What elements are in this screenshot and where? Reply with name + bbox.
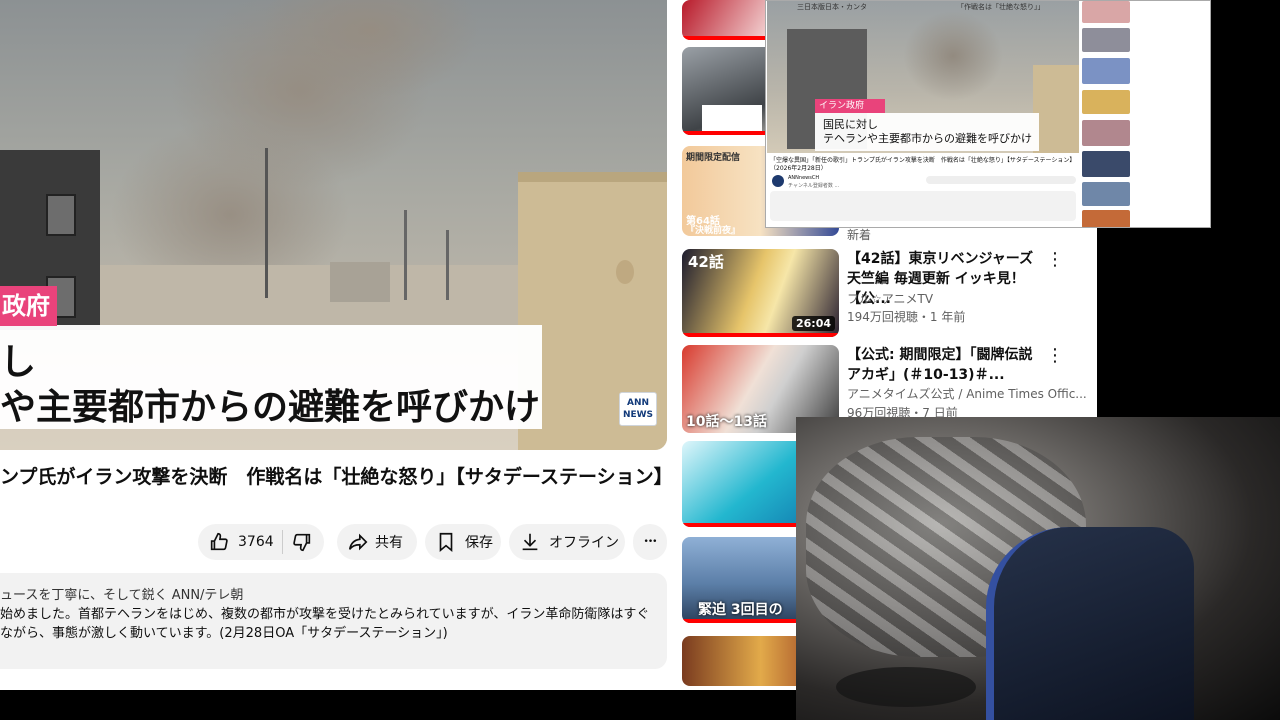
thumb-headline: 緊迫 3回目の — [698, 602, 783, 618]
mini-video-title: 「空爆な異国」「新任の歌引」トランプ氏がイラン攻撃を決断 作戦名は「壮絶な怒り」… — [770, 157, 1076, 172]
mini-top-left: 三日本版日本・カンタ — [797, 3, 867, 11]
share-label: 共有 — [375, 535, 403, 551]
thumbs-down-icon — [292, 533, 310, 552]
mini-thumb[interactable] — [1082, 90, 1130, 114]
mini-thumb[interactable] — [1082, 1, 1130, 23]
share-icon — [348, 533, 368, 551]
ann-news-logo: ANN NEWS — [619, 392, 657, 426]
like-dislike-group: 3764 — [198, 524, 324, 560]
divider — [281, 530, 283, 554]
mini-thumb[interactable] — [1082, 210, 1130, 227]
more-options-icon[interactable]: ⋮ — [1046, 251, 1064, 269]
mini-thumb[interactable] — [1082, 28, 1130, 52]
mini-thumb[interactable] — [1082, 58, 1130, 84]
channel-name[interactable]: フル☆アニメTV — [847, 290, 933, 307]
thumb-label-top: 期間限定配信 — [686, 153, 741, 163]
like-count: 3764 — [238, 534, 274, 550]
mini-subs: チャンネル登録者数 ... — [788, 183, 840, 189]
webcam-overlay — [796, 417, 1280, 720]
description-box[interactable]: ュースを丁寧に、そして鋭く ANN/テレ朝 始めました。首都テヘランをはじめ、複… — [0, 573, 667, 669]
description-line-3: ながら、事態が激しく動いています。(2月28日OA「サタデーステーション」) — [0, 626, 448, 641]
thumb-episode: 42話 — [688, 253, 724, 271]
share-button[interactable]: 共有 — [337, 524, 417, 560]
mini-player[interactable]: 三日本版日本・カンタ 「作戦名は「壮絶な怒り」」 イラン政府 国民に対し テヘラ… — [767, 1, 1079, 153]
mini-top-right: 「作戦名は「壮絶な怒り」」 — [957, 3, 1045, 11]
mini-caption-tag: イラン政府 — [815, 99, 885, 113]
caption-line-2: や主要都市からの避難を呼びかけ — [0, 387, 541, 428]
recommended-title[interactable]: 【公式: 期間限定】「闘牌伝説アカギ」(＃10-13)＃... — [847, 345, 1037, 385]
save-label: 保存 — [465, 535, 493, 551]
mini-thumb[interactable] — [1082, 182, 1130, 206]
bookmark-icon — [439, 532, 453, 553]
mini-caption-2: テヘランや主要都市からの避難を呼びかけ — [823, 132, 1032, 145]
video-player[interactable]: 政府 し や主要都市からの避難を呼びかけ ANN NEWS — [0, 0, 667, 450]
caption-tag: 政府 — [0, 286, 57, 326]
download-icon — [522, 533, 538, 551]
mini-description[interactable] — [770, 191, 1076, 221]
new-label: 新着 — [847, 228, 872, 242]
description-line-1: ュースを丁寧に、そして鋭く ANN/テレ朝 — [0, 588, 244, 603]
offline-download-button[interactable]: オフライン — [509, 524, 625, 560]
mini-sidebar — [1082, 1, 1208, 227]
thumb-subtitle: 『決戦前夜』 — [686, 226, 741, 236]
chair — [986, 527, 1194, 720]
antenna-tower — [404, 210, 407, 300]
save-button[interactable]: 保存 — [425, 524, 501, 560]
thumbs-up-icon — [210, 532, 228, 551]
more-icon: ••• — [643, 537, 658, 547]
mini-action-bar[interactable] — [926, 176, 1076, 184]
logo-line-1: ANN — [626, 398, 650, 408]
like-button[interactable]: 3764 — [208, 531, 274, 553]
sidebar-thumbnail[interactable]: 42話 26:04 — [682, 249, 839, 337]
thumb-episode: 10話〜13話 — [686, 414, 767, 430]
video-title: ンプ氏がイラン攻撃を決断 作戦名は「壮絶な怒り」【サタデーステーション】 — [0, 466, 673, 488]
video-stats: 194万回視聴・1 年前 — [847, 310, 966, 324]
more-options-icon[interactable]: ⋮ — [1046, 347, 1064, 365]
shadow — [836, 667, 976, 707]
city-skyline — [330, 262, 390, 302]
dislike-button[interactable] — [291, 531, 313, 553]
antenna-tower — [265, 148, 268, 298]
mini-avatar[interactable] — [772, 175, 784, 187]
mini-preview-window[interactable]: 三日本版日本・カンタ 「作戦名は「壮絶な怒り」」 イラン政府 国民に対し テヘラ… — [765, 0, 1211, 228]
description-line-2: 始めました。首都テヘランをはじめ、複数の都市が攻撃を受けたとみられていますが、イ… — [0, 607, 650, 622]
offline-label: オフライン — [549, 535, 619, 551]
logo-line-2: NEWS — [622, 410, 654, 420]
antenna-tower — [446, 230, 449, 300]
duration-badge: 26:04 — [791, 316, 835, 331]
mini-thumb[interactable] — [1082, 151, 1130, 177]
mini-thumb[interactable] — [1082, 120, 1130, 146]
channel-name[interactable]: アニメタイムズ公式 / Anime Times Offic... — [847, 385, 1087, 402]
more-actions-button[interactable]: ••• — [633, 524, 667, 560]
watch-progress-bar — [682, 333, 839, 337]
mini-channel[interactable]: ANNnewsCH — [788, 175, 819, 181]
city-skyline — [100, 265, 518, 325]
